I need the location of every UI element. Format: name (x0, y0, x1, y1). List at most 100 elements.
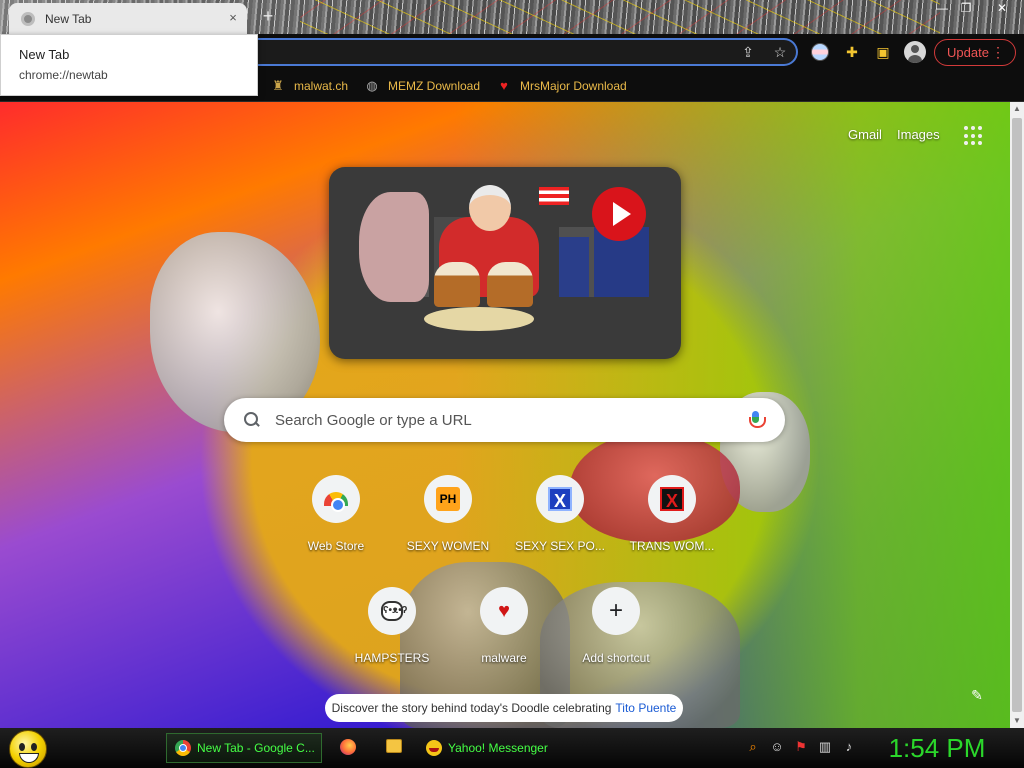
page-scrollbar[interactable]: ▲ ▼ (1010, 102, 1024, 728)
x-red-icon: X (660, 487, 684, 511)
doodle-play-icon[interactable] (592, 187, 646, 241)
search-input[interactable] (275, 411, 725, 429)
heart-icon: ♥ (500, 78, 508, 93)
network-icon[interactable]: ▥ (817, 739, 833, 755)
shortcut-icon-tile: PH (424, 475, 472, 523)
close-window-icon[interactable]: ✕ (990, 0, 1014, 16)
gmail-link[interactable]: Gmail (848, 127, 882, 142)
tower-icon: ♜ (272, 78, 284, 93)
doodle-timbale-drum (487, 262, 533, 307)
doodle-puerto-rico-flag (539, 187, 569, 205)
extensions-puzzle-icon[interactable]: ✚ (841, 41, 863, 63)
taskbar-yahoo-messenger[interactable]: Yahoo! Messenger (418, 733, 576, 763)
update-label: Update (947, 45, 989, 60)
chrome-icon (175, 740, 191, 756)
start-button-smiley-icon[interactable] (9, 730, 47, 768)
tab-hover-card: New Tab chrome://newtab (0, 34, 258, 96)
shortcut-label: Web Store (307, 539, 365, 553)
new-tab-favicon-icon (21, 11, 35, 26)
scroll-up-arrow-icon[interactable]: ▲ (1010, 102, 1024, 116)
new-tab-page: Gmail Images Web Store PH SEXY WOMEN X S… (0, 102, 1010, 728)
hamster-icon: ʕ•ᴥ•ʔ (381, 601, 407, 621)
shortcut-icon-tile (312, 475, 360, 523)
shortcut-icon-tile: X (536, 475, 584, 523)
bookmark-label: MEMZ Download (388, 79, 481, 93)
doodle-story-text: Discover the story behind today's Doodle… (331, 701, 612, 715)
profile-avatar-icon[interactable] (904, 41, 926, 63)
folder-icon[interactable] (386, 739, 402, 753)
shortcut-label: Add shortcut (582, 651, 650, 665)
voice-search-mic-icon[interactable] (747, 411, 766, 431)
taskbar-clock[interactable]: 1:54 PM (872, 732, 1002, 764)
search-box[interactable] (224, 398, 785, 442)
shortcut-icon-tile: X (648, 475, 696, 523)
bookmark-malwat[interactable]: ♜ malwat.ch (270, 76, 348, 96)
doodle-letter-l (559, 237, 589, 297)
side-panel-icon[interactable]: ▣ (872, 41, 894, 63)
shortcut-icon-tile: + (592, 587, 640, 635)
customize-pencil-icon[interactable]: ✎ (968, 687, 986, 705)
firefox-icon[interactable] (340, 739, 356, 755)
new-tab-button[interactable]: + (258, 6, 278, 26)
action-center-flag-icon[interactable]: ⚑ (793, 739, 809, 755)
yahoo-messenger-icon (426, 740, 442, 756)
google-apps-icon[interactable] (964, 126, 984, 146)
profile-flag-icon[interactable] (811, 43, 829, 61)
taskbar-item-label: Yahoo! Messenger (448, 741, 548, 755)
shortcut-label: SEXY WOMEN (406, 539, 490, 553)
doodle-ground (424, 307, 534, 331)
shortcut-hampsters[interactable]: ʕ•ᴥ•ʔ HAMPSTERS (336, 587, 448, 687)
shortcut-icon-tile: ʕ•ᴥ•ʔ (368, 587, 416, 635)
heart-icon: ♥ (498, 600, 510, 622)
scrollbar-thumb[interactable] (1012, 118, 1022, 712)
shortcut-label: SEXY SEX PO... (515, 539, 605, 553)
tab-title: New Tab (45, 11, 92, 26)
share-icon[interactable]: ⇪ (737, 41, 759, 63)
shortcut-label: TRANS WOM... (629, 539, 715, 553)
doodle-timbale-drum (434, 262, 480, 307)
ph-icon: PH (436, 487, 460, 511)
shortcut-icon-tile: ♥ (480, 587, 528, 635)
shortcut-sexy-sex-po[interactable]: X SEXY SEX PO... (504, 475, 616, 575)
search-tray-icon[interactable]: ⌕ (745, 739, 761, 755)
plus-icon: + (608, 597, 623, 624)
shortcut-web-store[interactable]: Web Store (280, 475, 392, 575)
taskbar-item-label: New Tab - Google C... (197, 741, 315, 755)
bookmark-label: MrsMajor Download (520, 79, 627, 93)
chrome-web-store-icon (324, 492, 348, 512)
hover-card-url: chrome://newtab (19, 68, 108, 82)
chrome-menu-icon[interactable]: ⋮ (991, 44, 1005, 61)
doodle-musician-head (469, 185, 511, 231)
scroll-down-arrow-icon[interactable]: ▼ (1010, 714, 1024, 728)
bookmark-memz-download[interactable]: ◍ MEMZ Download (364, 76, 480, 96)
images-link[interactable]: Images (897, 127, 940, 142)
doodle-story-link[interactable]: Tito Puente (615, 701, 676, 715)
bookmark-label: malwat.ch (294, 79, 349, 93)
google-doodle[interactable] (329, 167, 681, 359)
shortcut-trans-wom[interactable]: X TRANS WOM... (616, 475, 728, 575)
bookmark-star-icon[interactable]: ☆ (769, 41, 791, 63)
restore-window-icon[interactable]: ❐ (954, 0, 978, 16)
theme-graffiti-background (300, 0, 940, 34)
messenger-tray-icon[interactable]: ☺ (769, 739, 785, 755)
shortcut-malware[interactable]: ♥ malware (448, 587, 560, 687)
bookmark-mrsmajor-download[interactable]: ♥ MrsMajor Download (496, 76, 627, 96)
doodle-letter-g (359, 192, 429, 302)
add-shortcut-button[interactable]: + Add shortcut (560, 587, 672, 687)
shortcut-label: malware (481, 651, 527, 665)
tab-new-tab[interactable]: New Tab × (9, 3, 247, 34)
taskbar: New Tab - Google C... Yahoo! Messenger ⌕… (0, 728, 1024, 768)
doodle-story-chip[interactable]: Discover the story behind today's Doodle… (325, 694, 683, 722)
search-icon (243, 411, 261, 429)
update-button[interactable]: Update ⋮ (934, 39, 1016, 66)
hover-card-title: New Tab (19, 47, 70, 62)
globe-icon: ◍ (366, 78, 378, 93)
shortcut-sexy-women[interactable]: PH SEXY WOMEN (392, 475, 504, 575)
tab-strip: New Tab × + — ❐ ✕ (0, 0, 1024, 34)
omnibox[interactable] (250, 38, 798, 66)
minimize-window-icon[interactable]: — (930, 0, 954, 16)
taskbar-chrome-window[interactable]: New Tab - Google C... (166, 733, 322, 763)
shortcut-label: HAMPSTERS (354, 651, 430, 665)
volume-icon[interactable]: ♪ (841, 739, 857, 755)
tab-close-icon[interactable]: × (225, 10, 241, 26)
